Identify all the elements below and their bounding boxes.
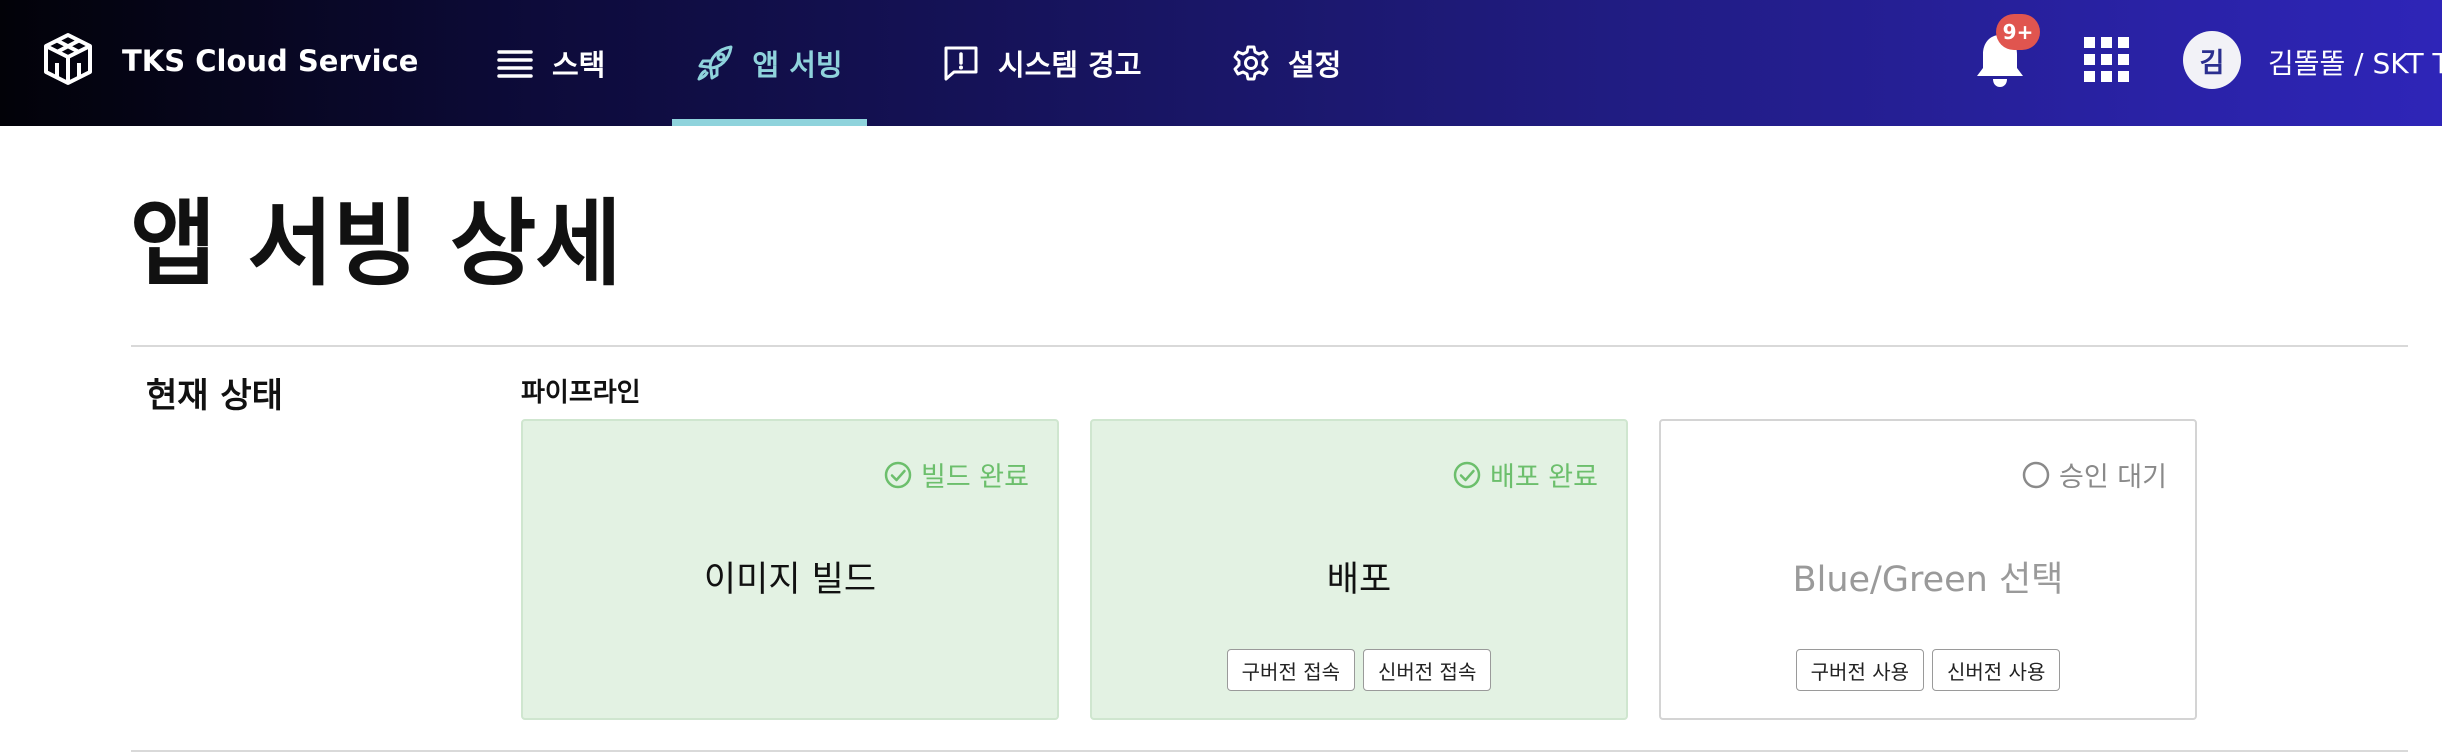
nav-item-label: 시스템 경고	[998, 48, 1142, 82]
avatar[interactable]: 김	[2183, 31, 2241, 89]
pipeline-label: 파이프라인	[521, 378, 641, 408]
nav-item-app-serving[interactable]: 앱 서빙	[672, 0, 867, 126]
card-button-group: 구버전 접속 신버전 접속	[1092, 649, 1626, 691]
card-title: Blue/Green 선택	[1792, 560, 2064, 600]
brand-name: TKS Cloud Service	[122, 44, 419, 78]
card-title: 이미지 빌드	[703, 560, 877, 600]
status-indicator: 배포 완료	[1452, 455, 1598, 494]
pipeline-card-blue-green: 승인 대기 Blue/Green 선택 구버전 사용 신버전 사용	[1659, 419, 2197, 720]
section-divider	[131, 345, 2408, 347]
gear-icon	[1233, 45, 1269, 81]
cubes-logo-icon	[44, 33, 92, 85]
status-indicator: 빌드 완료	[883, 455, 1029, 494]
nav-item-label: 앱 서빙	[752, 48, 843, 82]
use-old-version-button[interactable]: 구버전 사용	[1795, 649, 1924, 691]
empty-circle-icon	[2022, 461, 2050, 488]
status-text: 승인 대기	[2059, 462, 2167, 493]
section-label-current-status: 현재 상태	[146, 376, 283, 416]
notification-button[interactable]: 9+	[1970, 14, 2040, 90]
nav-item-stack[interactable]: 스택	[496, 0, 605, 126]
card-button-group: 구버전 사용 신버전 사용	[1661, 649, 2195, 691]
pipeline-card-deploy: 배포 완료 배포 구버전 접속 신버전 접속	[1090, 419, 1628, 720]
card-title: 배포	[1326, 560, 1392, 600]
check-circle-icon	[884, 461, 912, 488]
apps-grid-icon[interactable]	[2084, 37, 2130, 83]
notification-badge: 9+	[1996, 14, 2040, 50]
section-divider	[131, 750, 2408, 752]
new-version-access-button[interactable]: 신버전 접속	[1363, 649, 1492, 691]
nav-item-label: 스택	[552, 48, 606, 82]
brand[interactable]: TKS Cloud Service	[40, 31, 418, 91]
status-text: 배포 완료	[1490, 462, 1598, 493]
use-new-version-button[interactable]: 신버전 사용	[1932, 649, 2061, 691]
alert-message-icon	[944, 46, 978, 81]
nav-item-label: 설정	[1288, 48, 1342, 82]
top-navigation-bar: TKS Cloud Service 스택 앱 서빙 시스템 경고 설정 9+ 김…	[0, 0, 2442, 126]
check-circle-icon	[1453, 461, 1481, 488]
list-icon	[497, 50, 533, 78]
pipeline-card-image-build: 빌드 완료 이미지 빌드	[521, 419, 1059, 720]
nav-item-system-alerts[interactable]: 시스템 경고	[942, 0, 1142, 126]
status-text: 빌드 완료	[921, 462, 1029, 493]
status-indicator: 승인 대기	[2021, 455, 2167, 494]
old-version-access-button[interactable]: 구버전 접속	[1226, 649, 1355, 691]
page-title: 앱 서빙 상세	[130, 190, 622, 299]
rocket-icon	[697, 45, 733, 81]
user-name[interactable]: 김똘똘 / SKT T	[2268, 42, 2442, 82]
nav-item-settings[interactable]: 설정	[1232, 0, 1341, 126]
